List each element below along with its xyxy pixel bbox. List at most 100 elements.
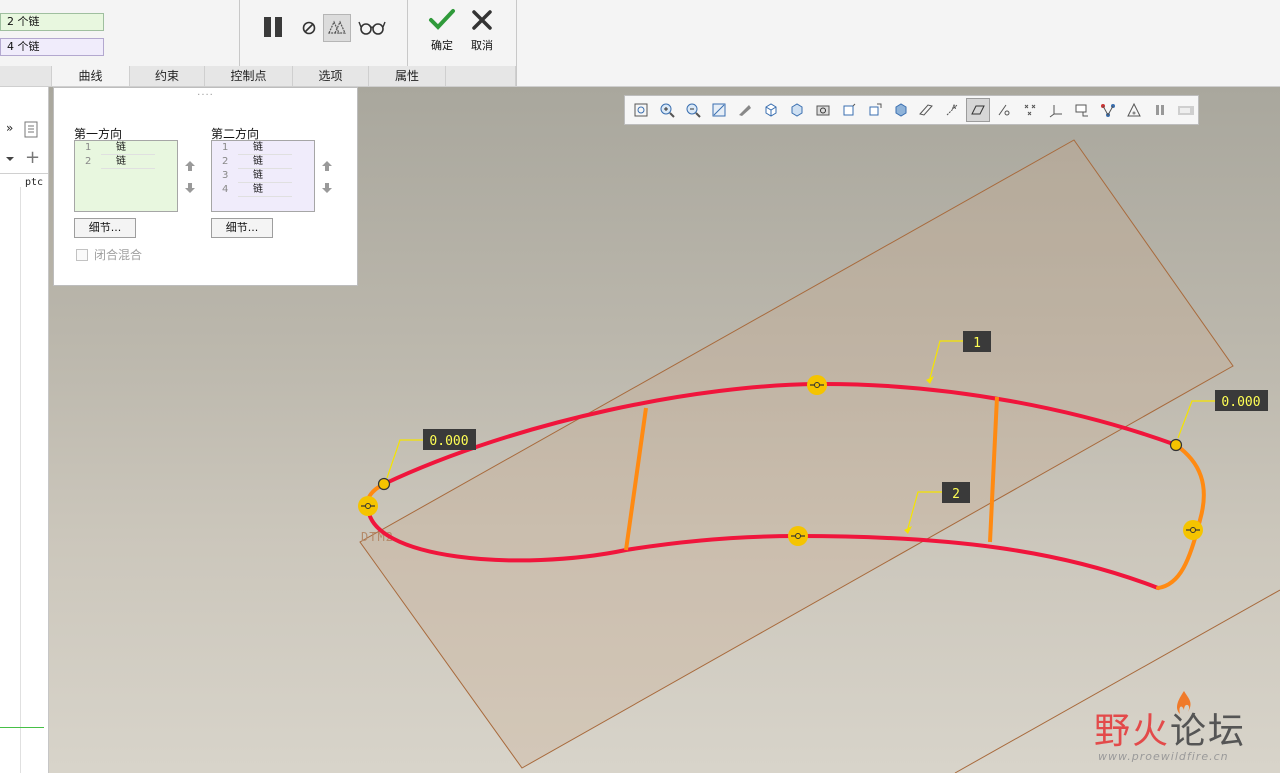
- panel-drag-handle[interactable]: ....: [54, 88, 357, 98]
- row-index: 1: [85, 142, 92, 153]
- repaint-icon: [712, 103, 726, 117]
- shading-icon: [738, 105, 751, 116]
- glasses-icon: [358, 21, 386, 35]
- more-view-options-button[interactable]: [1174, 98, 1198, 122]
- callout-leader-tangent-right: [1177, 400, 1215, 439]
- move-up-icon[interactable]: [321, 160, 333, 172]
- datum-planes-toggle[interactable]: [914, 98, 938, 122]
- row-value: 链: [101, 155, 155, 169]
- zoom-in-icon: [660, 103, 675, 118]
- refit-icon: [634, 103, 648, 117]
- network-icon: [1101, 104, 1116, 117]
- move-up-icon[interactable]: [184, 160, 196, 172]
- callout-curve-2[interactable]: 2: [952, 487, 960, 502]
- first-direction-details-button[interactable]: 细节...: [74, 218, 136, 238]
- drag-handle[interactable]: [807, 375, 827, 395]
- tangent-value-right[interactable]: 0.000: [1221, 395, 1260, 410]
- preview-geometry-toggle[interactable]: [323, 14, 351, 42]
- move-down-icon[interactable]: [321, 182, 333, 194]
- second-direction-collector[interactable]: 4 个链: [0, 38, 104, 56]
- datum-plane-display-toggle[interactable]: [966, 98, 991, 122]
- row-value: 链: [101, 141, 155, 155]
- plane-display-icon: [971, 105, 986, 115]
- settings-icon[interactable]: [24, 121, 40, 139]
- tab-curves[interactable]: 曲线: [52, 66, 130, 86]
- first-direction-collector[interactable]: 2 个链: [0, 13, 104, 31]
- perspective-button[interactable]: [811, 98, 835, 122]
- pause-icon: [1156, 105, 1165, 115]
- tab-constraints[interactable]: 约束: [130, 66, 205, 86]
- tangent-handle-left[interactable]: [377, 477, 391, 491]
- datum-points-toggle[interactable]: [992, 98, 1016, 122]
- stop-icon: [302, 21, 316, 35]
- close-icon: [472, 10, 492, 30]
- confirm-button[interactable]: 确定: [421, 8, 463, 58]
- analysis-display-button[interactable]: [1122, 98, 1146, 122]
- spin-center-display-button[interactable]: [1096, 98, 1120, 122]
- annotation-icon: [1075, 104, 1089, 117]
- second-direction-details-button[interactable]: 细节...: [211, 218, 273, 238]
- add-icon[interactable]: +: [25, 147, 40, 168]
- pause-view-button[interactable]: [1148, 98, 1172, 122]
- annotation-display-button[interactable]: [1070, 98, 1094, 122]
- pause-button[interactable]: [259, 13, 287, 41]
- csys-toggle[interactable]: [1044, 98, 1068, 122]
- stop-button[interactable]: [295, 14, 323, 42]
- drag-handle[interactable]: [358, 496, 378, 516]
- datum-plane-dtm2[interactable]: [359, 139, 1234, 769]
- list-item[interactable]: 2 链: [75, 155, 177, 169]
- spin-center-icon: [843, 103, 855, 116]
- tab-control-points[interactable]: 控制点: [205, 66, 293, 86]
- tree-item-label[interactable]: ptc: [25, 177, 43, 188]
- list-item[interactable]: 3 链: [212, 169, 314, 183]
- chevron-down-icon[interactable]: [4, 153, 16, 165]
- first-direction-chain-list[interactable]: 1 链 2 链: [74, 140, 178, 212]
- refit-button[interactable]: [629, 98, 653, 122]
- drag-handle[interactable]: [1183, 520, 1203, 540]
- datum-axes-toggle[interactable]: A: [940, 98, 964, 122]
- tangent-handle-right[interactable]: [1169, 438, 1183, 452]
- point-tags-toggle[interactable]: [1018, 98, 1042, 122]
- tab-properties[interactable]: 属性: [369, 66, 446, 86]
- move-down-icon[interactable]: [184, 182, 196, 194]
- tab-options[interactable]: 选项: [293, 66, 369, 86]
- section-button[interactable]: [889, 98, 913, 122]
- confirm-label: 确定: [431, 39, 453, 52]
- zoom-in-button[interactable]: [655, 98, 679, 122]
- closed-blend-checkbox[interactable]: [76, 248, 88, 261]
- list-item[interactable]: 4 链: [212, 183, 314, 197]
- repaint-button[interactable]: [707, 98, 731, 122]
- watermark-title: 野火论坛: [1094, 702, 1246, 754]
- list-item[interactable]: 1 链: [75, 141, 177, 155]
- separator: [516, 0, 517, 86]
- callout-curve-1[interactable]: 1: [973, 336, 981, 351]
- zoom-out-icon: [686, 103, 701, 118]
- saved-views-button[interactable]: [759, 98, 783, 122]
- list-item[interactable]: 1 链: [212, 141, 314, 155]
- orient-icon: [869, 103, 882, 116]
- cancel-button[interactable]: 取消: [461, 8, 503, 58]
- row-value: 链: [238, 141, 292, 155]
- orient-mode-button[interactable]: [863, 98, 887, 122]
- view-manager-button[interactable]: [785, 98, 809, 122]
- checkmark-icon: [429, 9, 455, 30]
- datum-point-icon: [998, 104, 1010, 116]
- tangent-value-left[interactable]: 0.000: [429, 434, 468, 449]
- expand-chevron[interactable]: »: [6, 121, 13, 135]
- display-style-button[interactable]: [733, 98, 757, 122]
- cube-icon: [765, 103, 777, 117]
- verify-mode-button[interactable]: [358, 14, 386, 42]
- second-direction-chain-list[interactable]: 1 链 2 链 3 链 4 链: [211, 140, 315, 212]
- list-item[interactable]: 2 链: [212, 155, 314, 169]
- spin-center-button[interactable]: [837, 98, 861, 122]
- tab-spacer: [0, 66, 52, 86]
- cancel-label: 取消: [471, 39, 493, 52]
- row-value: 链: [238, 169, 292, 183]
- row-value: 链: [238, 155, 292, 169]
- zoom-out-button[interactable]: [681, 98, 705, 122]
- chain-end-right[interactable]: [1156, 443, 1206, 590]
- pause-icon: [264, 17, 282, 37]
- drag-handle[interactable]: [788, 526, 808, 546]
- coordinate-system-icon: [1049, 105, 1063, 118]
- closed-blend-option[interactable]: 闭合混合: [76, 246, 142, 263]
